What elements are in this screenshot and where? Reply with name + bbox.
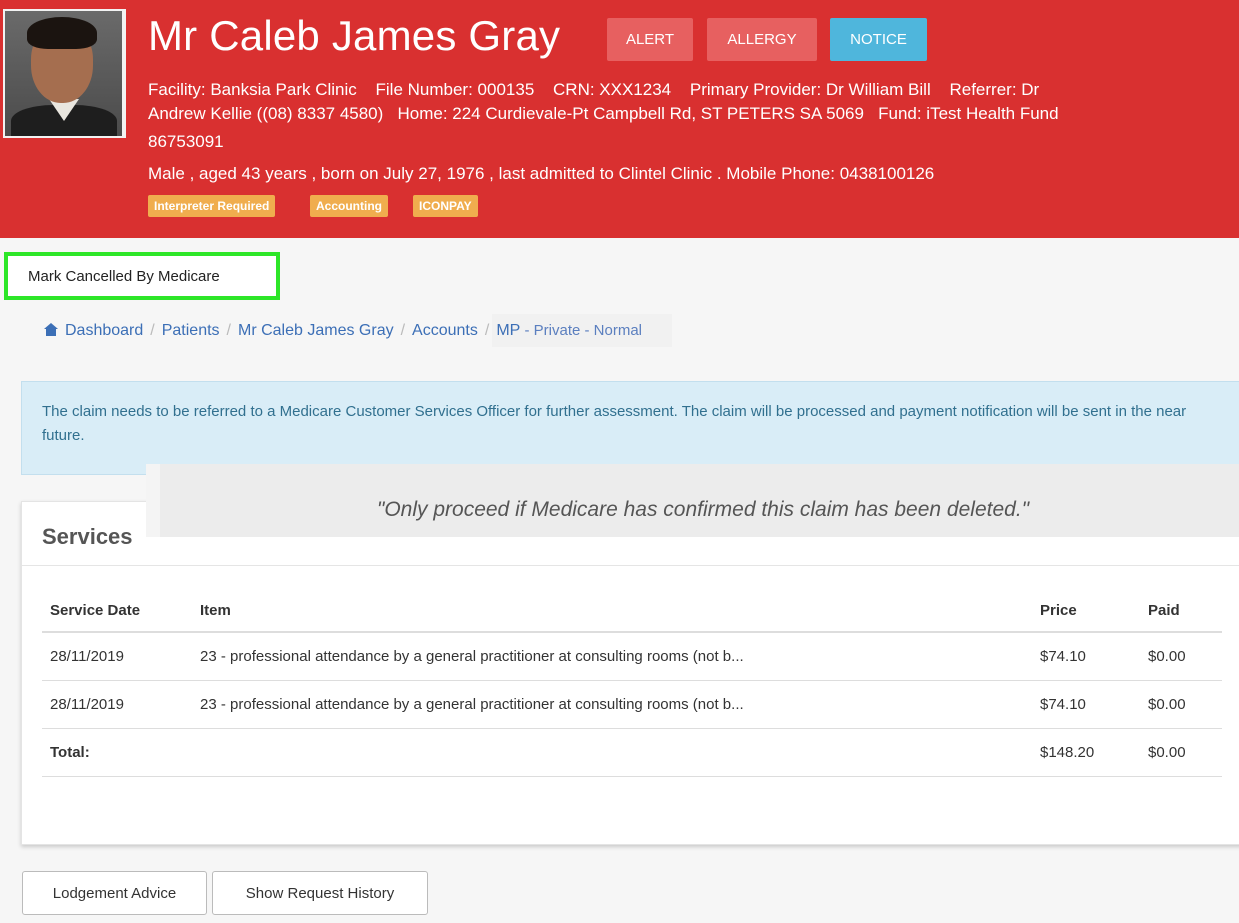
breadcrumb-separator: / xyxy=(150,322,155,339)
breadcrumb-separator: / xyxy=(400,322,406,339)
total-row: Total: $148.20 $0.00 xyxy=(42,728,1222,777)
service-item: 23 - professional attendance by a genera… xyxy=(192,680,1032,729)
service-price: $74.10 xyxy=(1032,632,1140,681)
total-paid: $0.00 xyxy=(1140,728,1222,777)
breadcrumb-separator: / xyxy=(484,322,490,339)
patient-info-line-3: 86753091 xyxy=(148,132,224,151)
primary-provider: Primary Provider: Dr William Bill xyxy=(689,80,931,99)
column-item: Item xyxy=(192,589,1032,633)
mark-cancelled-by-medicare-button[interactable]: Mark Cancelled By Medicare xyxy=(4,252,280,300)
facility: Facility: Banksia Park Clinic xyxy=(148,80,357,99)
patient-info-line-1: Facility: Banksia Park Clinic File Numbe… xyxy=(148,80,1053,100)
total-price: $148.20 xyxy=(1032,728,1140,777)
column-price: Price xyxy=(1032,589,1140,633)
avatar-hair xyxy=(27,17,97,49)
patient-name: Mr Caleb James Gray xyxy=(148,12,561,59)
breadcrumb-patient[interactable]: Mr Caleb James Gray xyxy=(238,322,394,339)
home-icon xyxy=(44,323,58,336)
alert-button[interactable]: ALERT xyxy=(607,18,693,61)
breadcrumb: Dashboard / Patients / Mr Caleb James Gray / A… xyxy=(44,314,672,347)
crn: CRN: XXX1234 xyxy=(553,80,672,99)
service-paid: $0.00 xyxy=(1140,680,1222,729)
allergy-button[interactable]: ALLERGY xyxy=(707,18,817,61)
services-table: Service Date Item Price Paid 28/11/2019 … xyxy=(42,589,1222,777)
table-row[interactable]: 28/11/2019 23 - professional attendance … xyxy=(42,632,1222,681)
column-paid: Paid xyxy=(1140,589,1222,633)
breadcrumb-mp: MP xyxy=(496,322,521,339)
breadcrumb-current: MP - Private - Normal xyxy=(492,314,672,347)
patient-info-line-2: Andrew Kellie ((08) 8337 4580) Home: 224… xyxy=(148,104,1059,123)
confirmation-quote: "Only proceed if Medicare has confirmed … xyxy=(146,464,1239,537)
breadcrumb-account-type: - Private - Normal xyxy=(520,322,642,339)
info-alert: The claim needs to be referred to a Medi… xyxy=(21,381,1239,475)
patient-header: Mr Caleb James Gray ALERT ALLERGY NOTICE… xyxy=(0,0,1239,238)
total-spacer xyxy=(192,728,1032,777)
lodgement-advice-button[interactable]: Lodgement Advice xyxy=(22,871,207,915)
service-date: 28/11/2019 xyxy=(42,680,192,729)
breadcrumb-separator: / xyxy=(226,322,231,339)
service-price: $74.10 xyxy=(1032,680,1140,729)
breadcrumb-dashboard[interactable]: Dashboard xyxy=(65,322,143,339)
panel-divider xyxy=(22,565,1239,566)
breadcrumb-patients[interactable]: Patients xyxy=(162,322,220,339)
patient-avatar[interactable] xyxy=(3,9,126,138)
service-paid: $0.00 xyxy=(1140,632,1222,681)
services-title: Services xyxy=(42,524,133,549)
tag-iconpay: ICONPAY xyxy=(413,195,478,217)
service-date: 28/11/2019 xyxy=(42,632,192,681)
table-row[interactable]: 28/11/2019 23 - professional attendance … xyxy=(42,680,1222,729)
referrer: Referrer: Dr xyxy=(949,80,1040,99)
column-service-date: Service Date xyxy=(42,589,192,633)
avatar-photo xyxy=(5,11,122,136)
notice-button[interactable]: NOTICE xyxy=(830,18,927,61)
total-label: Total: xyxy=(42,728,192,777)
file-number: File Number: 000135 xyxy=(375,80,535,99)
breadcrumb-accounts[interactable]: Accounts xyxy=(412,322,478,339)
tag-interpreter-required: Interpreter Required xyxy=(148,195,276,217)
show-request-history-button[interactable]: Show Request History xyxy=(212,871,428,915)
table-header-row: Service Date Item Price Paid xyxy=(42,589,1222,633)
tag-accounting: Accounting xyxy=(310,195,388,217)
service-item: 23 - professional attendance by a genera… xyxy=(192,632,1032,681)
patient-info-line-4: Male , aged 43 years , born on July 27, … xyxy=(148,164,935,183)
